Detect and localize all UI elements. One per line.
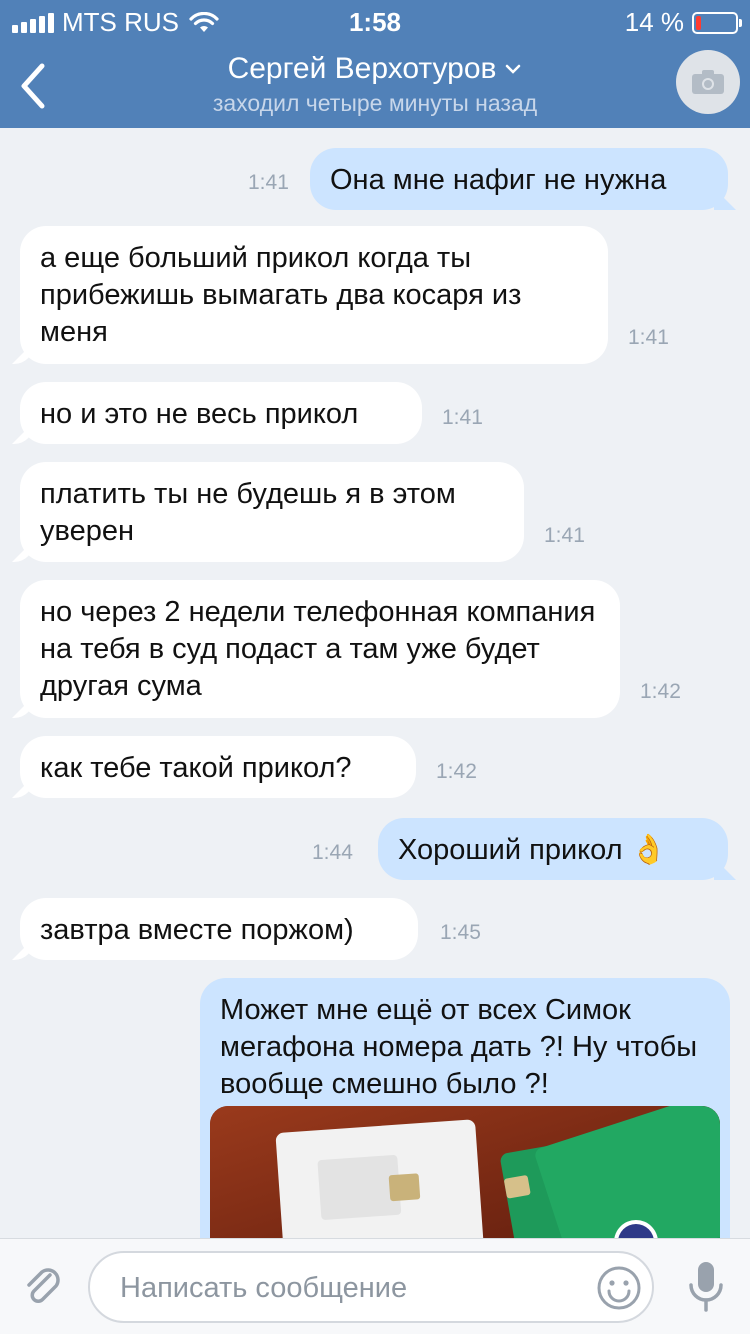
battery-percent: 14 % [624, 7, 684, 37]
message-text: платить ты не будешь я в этом уверен [40, 478, 456, 547]
message-composer [0, 1238, 750, 1334]
message-text: а еще больший прикол когда ты прибежишь … [40, 242, 522, 348]
message-bubble[interactable]: но и это не весь прикол [20, 382, 422, 444]
message-text: но и это не весь прикол [40, 398, 359, 430]
smiley-icon [597, 1266, 641, 1310]
message-time: 1:44 [312, 841, 353, 864]
message-time: 1:42 [640, 680, 681, 703]
photo-attachment[interactable] [210, 1106, 720, 1238]
message-input[interactable] [120, 1267, 580, 1309]
chat-title-area[interactable]: Сергей Верхотуров заходил четыре минуты … [0, 52, 750, 117]
message-text: как тебе такой прикол? [40, 752, 352, 784]
voice-message-button[interactable] [686, 1259, 726, 1315]
message-time: 1:42 [436, 760, 477, 783]
message-bubble[interactable]: Хороший прикол 👌 [378, 818, 728, 880]
battery-level [696, 15, 701, 30]
camera-icon [692, 70, 724, 94]
paperclip-icon [27, 1268, 60, 1303]
message-bubble[interactable]: но через 2 недели телефонная компания на… [20, 580, 620, 718]
message-bubble[interactable]: Она мне нафиг не нужна [310, 148, 728, 210]
message-text: но через 2 недели телефонная компания на… [40, 596, 596, 702]
message-text: Она мне нафиг не нужна [330, 164, 667, 196]
chevron-down-icon [506, 64, 521, 74]
emoji-button[interactable] [596, 1265, 642, 1311]
attach-button[interactable] [20, 1263, 68, 1311]
sim-cards-photo [210, 1106, 720, 1238]
avatar-camera-button[interactable] [676, 50, 740, 114]
message-text: Может мне ещё от всех Симок мегафона ном… [220, 994, 698, 1100]
last-seen-status: заходил четыре минуты назад [212, 90, 538, 116]
message-bubble[interactable]: как тебе такой прикол? [20, 736, 416, 798]
message-time: 1:41 [544, 524, 585, 547]
message-time: 1:41 [442, 406, 483, 429]
message-text: Хороший прикол 👌 [398, 834, 667, 866]
message-time: 1:41 [248, 171, 289, 194]
message-time: 1:45 [440, 921, 481, 944]
chat-header: MTS RUS 1:58 14 % Сергей Верхотуров захо… [0, 0, 750, 128]
message-bubble[interactable]: Может мне ещё от всех Симок мегафона ном… [200, 978, 730, 1238]
message-time: 1:41 [628, 326, 669, 349]
message-list[interactable]: Она мне нафиг не нужна 1:41 а еще больши… [0, 128, 750, 1238]
battery-icon [692, 11, 742, 34]
microphone-icon [689, 1262, 723, 1312]
status-bar: MTS RUS 1:58 14 % [0, 0, 750, 40]
message-text: завтра вместе поржом) [40, 914, 354, 946]
message-bubble[interactable]: платить ты не будешь я в этом уверен [20, 462, 524, 562]
message-bubble[interactable]: а еще больший прикол когда ты прибежишь … [20, 226, 608, 364]
message-input-box[interactable] [88, 1251, 654, 1323]
chat-title: Сергей Верхотуров [227, 52, 497, 85]
message-bubble[interactable]: завтра вместе поржом) [20, 898, 418, 960]
